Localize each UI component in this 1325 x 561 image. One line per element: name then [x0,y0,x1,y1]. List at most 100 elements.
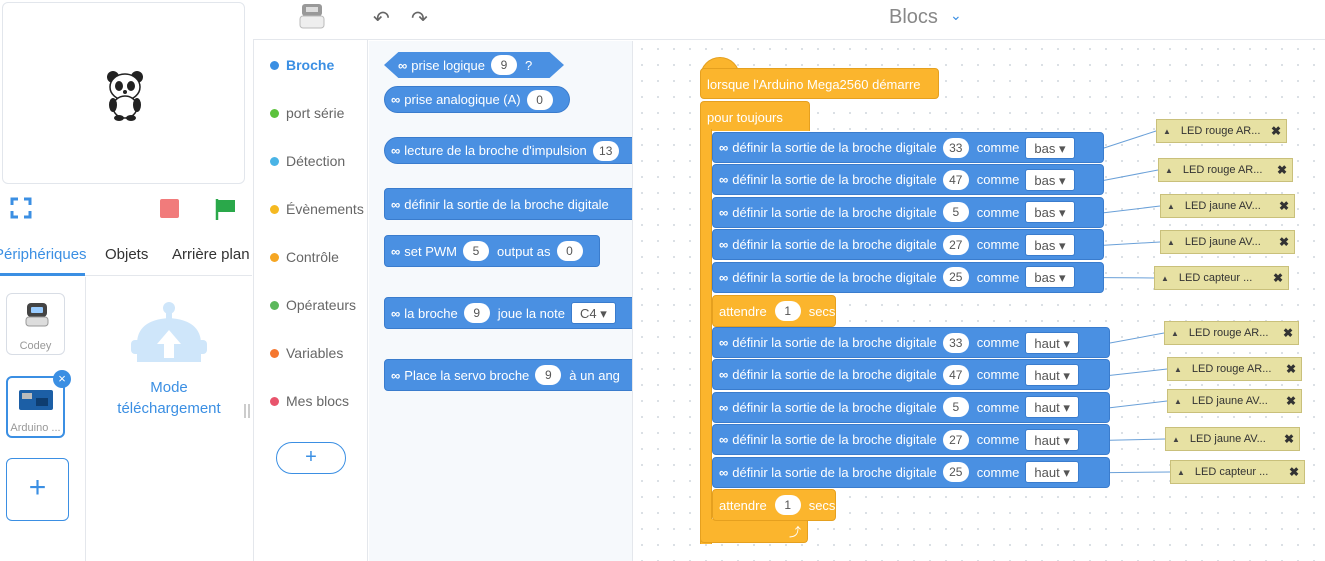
block-comment[interactable]: ▲ LED jaune AV... ✖ [1165,427,1300,451]
close-icon[interactable]: ✖ [1277,163,1287,177]
level-dropdown[interactable]: bas ▾ [1025,266,1075,289]
set-digital-output-block[interactable]: ∞ définir la sortie de la broche digitale… [712,196,1104,228]
collapse-triangle-icon[interactable]: ▲ [1172,435,1180,444]
collapse-triangle-icon[interactable]: ▲ [1167,202,1175,211]
remove-device-icon[interactable]: × [53,370,71,388]
set-digital-output-block[interactable]: ∞ définir la sortie de la broche digitale… [712,456,1110,488]
collapse-triangle-icon[interactable]: ▲ [1174,365,1182,374]
category-broche[interactable]: Broche [270,57,334,73]
level-dropdown[interactable]: haut ▾ [1025,428,1079,451]
block-joue-note[interactable]: ∞ la broche 9 joue la note C4 ▾ [384,297,632,329]
upload-mode-toggle[interactable]: Mode téléchargement [110,300,228,419]
pin-input[interactable]: 27 [942,234,969,255]
pin-input[interactable]: 27 [942,429,969,450]
block-comment[interactable]: ▲ LED rouge AR... ✖ [1156,119,1287,143]
device-codey[interactable]: Codey [6,293,65,355]
pin-input[interactable]: 13 [592,140,619,161]
stage-canvas[interactable] [2,2,245,184]
wait-seconds-input[interactable]: 1 [774,495,801,515]
wait-block[interactable]: attendre 1 secs [712,295,836,327]
block-comment[interactable]: ▲ LED rouge AR... ✖ [1167,357,1302,381]
level-dropdown[interactable]: haut ▾ [1025,363,1079,386]
forever-block[interactable]: pour toujours [700,101,810,131]
pin-input[interactable]: 33 [942,137,969,158]
device-arduino[interactable]: Arduino ... × [6,370,71,438]
set-digital-output-block[interactable]: ∞ définir la sortie de la broche digitale… [712,229,1104,261]
pin-input[interactable]: 0 [526,89,553,110]
block-prise-logique[interactable]: ∞ prise logique 9? [384,52,564,78]
panda-sprite[interactable] [105,69,145,121]
set-digital-output-block[interactable]: ∞ définir la sortie de la broche digitale… [712,164,1104,196]
block-comment[interactable]: ▲ LED capteur ... ✖ [1170,460,1305,484]
pin-input[interactable]: 9 [491,55,517,75]
block-set-pwm[interactable]: ∞ set PWM 5 output as 0 [384,235,600,267]
block-comment[interactable]: ▲ LED rouge AR... ✖ [1164,321,1299,345]
category-controle[interactable]: Contrôle [270,249,339,265]
block-definir-sortie[interactable]: ∞ définir la sortie de la broche digitale [384,188,632,220]
pin-input[interactable]: 9 [463,303,490,323]
pin-input[interactable]: 9 [535,365,562,385]
block-comment[interactable]: ▲ LED jaune AV... ✖ [1160,194,1295,218]
panel-splitter[interactable] [244,404,250,418]
level-dropdown[interactable]: haut ▾ [1025,331,1079,354]
script-workspace[interactable]: lorsque l'Arduino Mega2560 démarre pour … [634,41,1325,561]
stop-button[interactable] [160,199,179,218]
note-dropdown[interactable]: C4 ▾ [571,302,616,324]
tab-peripheriques[interactable]: Périphériques [0,246,87,263]
add-extension-button[interactable]: + [276,442,346,474]
level-dropdown[interactable]: bas ▾ [1025,233,1075,256]
set-digital-output-block[interactable]: ∞ définir la sortie de la broche digitale… [712,261,1104,293]
pin-input[interactable]: 5 [942,202,969,223]
block-comment[interactable]: ▲ LED capteur ... ✖ [1154,266,1289,290]
block-lecture-impulsion[interactable]: ∞ lecture de la broche d'impulsion 13 [384,137,632,164]
close-icon[interactable]: ✖ [1286,394,1296,408]
collapse-triangle-icon[interactable]: ▲ [1161,274,1169,283]
pin-input[interactable]: 25 [942,462,969,483]
pin-input[interactable]: 25 [942,267,969,288]
close-icon[interactable]: ✖ [1279,235,1289,249]
add-device-button[interactable]: + [6,458,69,521]
category-detection[interactable]: Détection [270,153,345,169]
set-digital-output-block[interactable]: ∞ définir la sortie de la broche digitale… [712,391,1110,423]
level-dropdown[interactable]: haut ▾ [1025,461,1079,484]
pin-input[interactable]: 5 [942,397,969,418]
category-operateurs[interactable]: Opérateurs [270,297,356,313]
level-dropdown[interactable]: bas ▾ [1025,136,1075,159]
collapse-triangle-icon[interactable]: ▲ [1165,166,1173,175]
pin-input[interactable]: 33 [942,332,969,353]
hat-block-start[interactable]: lorsque l'Arduino Mega2560 démarre [700,68,939,99]
category-variables[interactable]: Variables [270,345,343,361]
undo-icon[interactable]: ↶ [373,6,390,31]
tab-objets[interactable]: Objets [105,246,148,263]
wait-block[interactable]: attendre 1 secs [712,489,836,521]
pin-input[interactable]: 47 [942,169,969,190]
close-icon[interactable]: ✖ [1286,362,1296,376]
block-comment[interactable]: ▲ LED rouge AR... ✖ [1158,158,1293,182]
set-digital-output-block[interactable]: ∞ définir la sortie de la broche digitale… [712,359,1110,391]
close-icon[interactable]: ✖ [1279,199,1289,213]
level-dropdown[interactable]: bas ▾ [1025,201,1075,224]
block-prise-analogique[interactable]: ∞ prise analogique (A) 0 [384,86,570,113]
collapse-triangle-icon[interactable]: ▲ [1171,329,1179,338]
close-icon[interactable]: ✖ [1284,432,1294,446]
redo-icon[interactable]: ↷ [411,6,428,31]
value-input[interactable]: 0 [556,241,583,261]
close-icon[interactable]: ✖ [1273,271,1283,285]
level-dropdown[interactable]: haut ▾ [1025,396,1079,419]
close-icon[interactable]: ✖ [1289,465,1299,479]
chevron-down-icon[interactable]: ⌄ [950,7,962,24]
fullscreen-icon[interactable] [10,197,32,219]
green-flag-icon[interactable] [214,197,238,221]
collapse-triangle-icon[interactable]: ▲ [1163,127,1171,136]
collapse-triangle-icon[interactable]: ▲ [1174,397,1182,406]
category-port-serie[interactable]: port série [270,105,344,121]
set-digital-output-block[interactable]: ∞ définir la sortie de la broche digitale… [712,132,1104,163]
close-icon[interactable]: ✖ [1283,326,1293,340]
pin-input[interactable]: 47 [942,364,969,385]
level-dropdown[interactable]: bas ▾ [1025,168,1075,191]
collapse-triangle-icon[interactable]: ▲ [1177,468,1185,477]
set-digital-output-block[interactable]: ∞ définir la sortie de la broche digitale… [712,327,1110,358]
workspace-title[interactable]: Blocs [889,6,938,29]
block-comment[interactable]: ▲ LED jaune AV... ✖ [1167,389,1302,413]
collapse-triangle-icon[interactable]: ▲ [1167,238,1175,247]
